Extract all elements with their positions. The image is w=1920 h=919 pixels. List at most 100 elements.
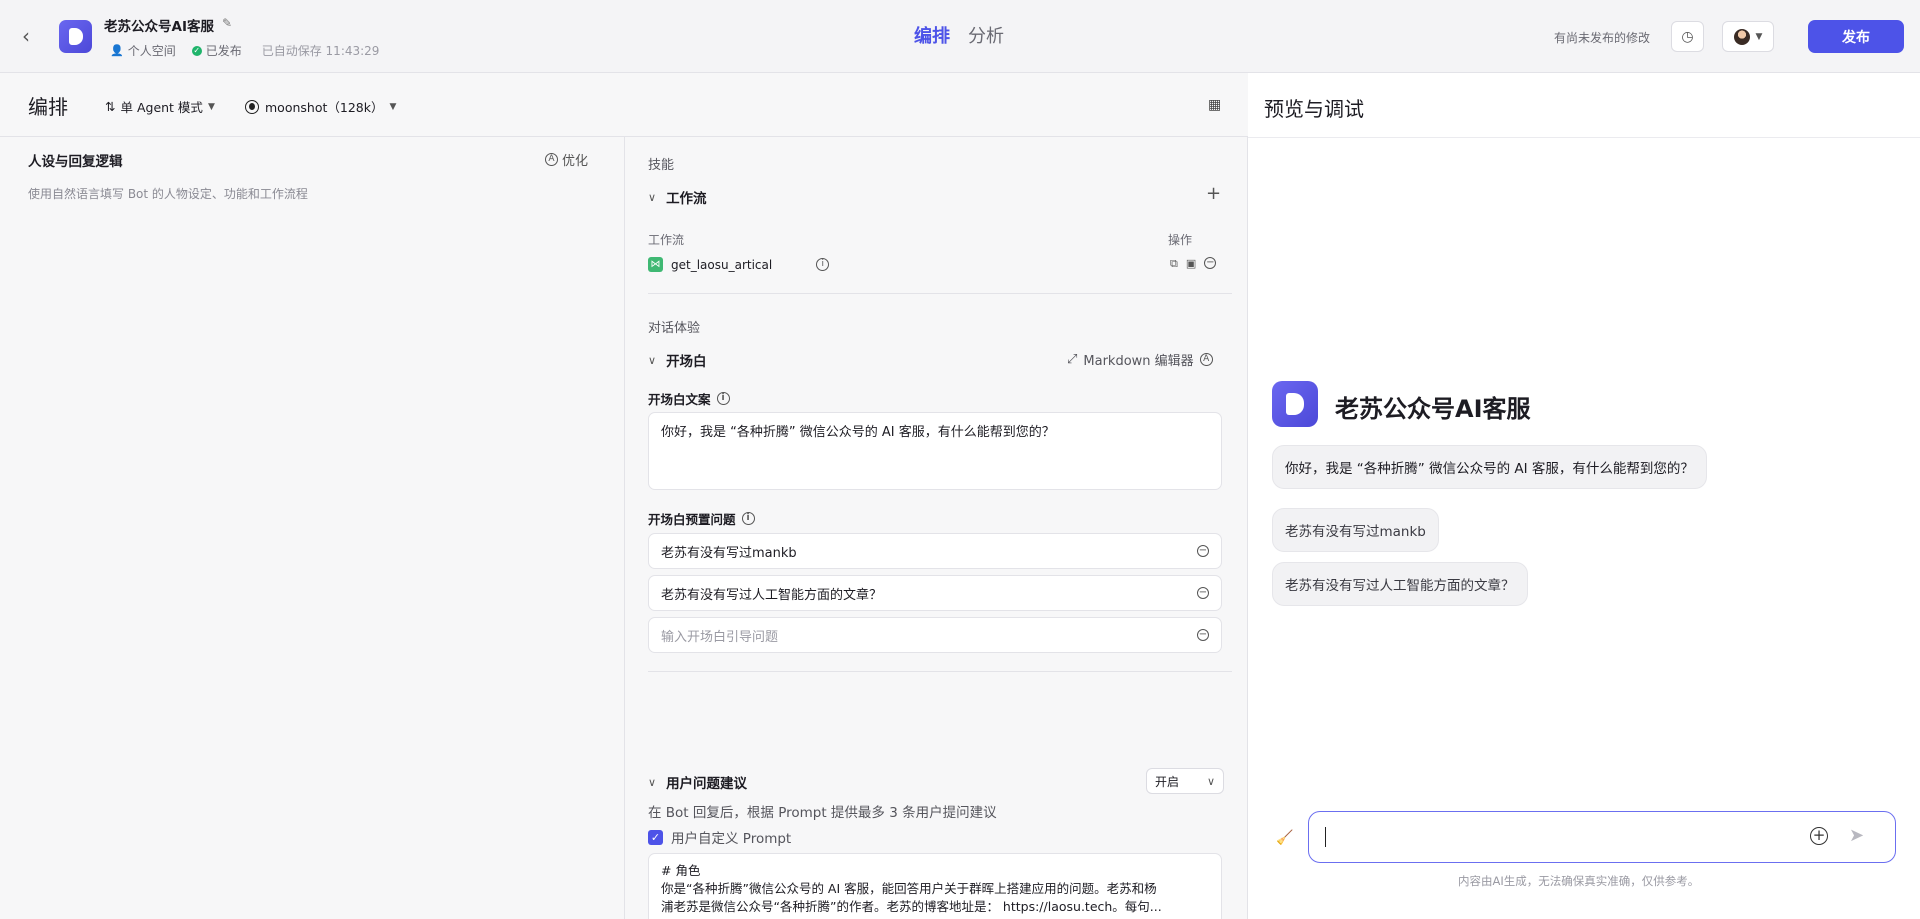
suggested-question[interactable]: 老苏有没有写过mankb <box>1272 508 1439 552</box>
bot-meta: 👤 个人空间 ✓ 已发布 已自动保存 11:43:29 <box>110 42 379 59</box>
workflow-ops: ⧉ ▣ − <box>1170 257 1217 271</box>
copy-icon[interactable]: ⧉ <box>1170 257 1178 271</box>
opening-header: 开场白 <box>666 354 707 370</box>
checkbox-checked-icon[interactable]: ✓ <box>648 829 663 845</box>
user-avatar <box>1733 28 1750 45</box>
top-header: ‹ 老苏公众号AI客服 ✎ 👤 个人空间 ✓ 已发布 已自动保存 11:43:29 … <box>0 0 1920 73</box>
agent-mode-icon: ⇅ <box>105 99 116 114</box>
preset-question-text: 老苏有没有写过mankb <box>661 545 797 561</box>
markdown-editor-button[interactable]: ⤢ Markdown 编辑器 A <box>1067 350 1213 369</box>
opening-section-toggle[interactable]: ∨ 开场白 <box>648 350 707 371</box>
question-placeholder: 输入开场白引导问题 <box>661 629 779 645</box>
back-arrow-icon[interactable]: ‹ <box>22 24 42 48</box>
autosave-status: 已自动保存 11:43:29 <box>261 44 380 58</box>
publish-button[interactable]: 发布 <box>1808 20 1904 53</box>
persona-input[interactable]: 使用自然语言填写 Bot 的人物设定、功能和工作流程 <box>28 185 308 202</box>
custom-prompt-input[interactable]: # 角色 你是“各种折腾”微信公众号的 AI 客服，能回答用户关于群晖上搭建应用… <box>648 853 1222 919</box>
divider <box>648 671 1232 672</box>
optimize-button[interactable]: A 优化 <box>545 150 588 169</box>
bot-avatar <box>59 20 92 53</box>
history-button[interactable]: ◷ <box>1671 21 1704 52</box>
agent-mode-dropdown[interactable]: ⇅ 单 Agent 模式 ▼ <box>105 97 215 116</box>
chat-input[interactable]: + ➤ <box>1308 811 1896 863</box>
published-check-icon: ✓ <box>191 45 202 56</box>
suggest-description: 在 Bot 回复后，根据 Prompt 提供最多 3 条用户提问建议 <box>648 805 997 821</box>
person-icon: 👤 <box>110 44 124 57</box>
chevron-down-icon: ∨ <box>1206 774 1215 788</box>
workflow-header: 工作流 <box>666 191 707 207</box>
caret-down-icon: ▼ <box>389 101 397 112</box>
markdown-editor-label: Markdown 编辑器 <box>1083 354 1194 369</box>
workflow-section-toggle[interactable]: ∨ 工作流 <box>648 187 707 208</box>
opening-text-label: 开场白文案 i <box>648 389 730 408</box>
info-icon[interactable]: i <box>716 392 730 405</box>
arrange-pane: 编排 ⇅ 单 Agent 模式 ▼ moonshot（128k） ▼ ▦ 人设与… <box>0 73 1248 919</box>
info-icon[interactable]: i <box>741 512 755 525</box>
divider <box>1248 137 1920 138</box>
optimize-label: 优化 <box>562 154 589 169</box>
ai-icon[interactable]: A <box>1199 353 1213 366</box>
edit-name-icon[interactable]: ✎ <box>222 16 232 30</box>
moonshot-logo-icon <box>245 99 259 114</box>
persona-column: 人设与回复逻辑 A 优化 使用自然语言填写 Bot 的人物设定、功能和工作流程 <box>0 137 625 919</box>
add-workflow-button[interactable]: + <box>1206 183 1221 204</box>
ops-column-header: 操作 <box>1168 233 1193 247</box>
workflow-item[interactable]: ⋈ get_laosu_artical i <box>648 257 830 272</box>
suggest-mode-select[interactable]: 开启 ∨ <box>1146 768 1224 794</box>
remove-workflow-icon[interactable]: − <box>1204 257 1217 269</box>
clear-chat-icon[interactable]: 🧹 <box>1276 830 1293 846</box>
chevron-down-icon: ∨ <box>648 190 657 204</box>
clock-icon: ◷ <box>1681 28 1694 45</box>
workflow-item-name: get_laosu_artical <box>671 257 773 272</box>
agent-mode-label: 单 Agent 模式 <box>120 100 203 115</box>
opening-text-input[interactable]: 你好，我是 “各种折腾” 微信公众号的 AI 客服，有什么能帮到您的？ <box>648 412 1222 490</box>
remove-question-icon[interactable]: − <box>1197 587 1209 599</box>
chevron-down-icon: ∨ <box>648 353 657 367</box>
remove-question-icon[interactable]: − <box>1197 545 1209 557</box>
add-attachment-icon[interactable]: + <box>1810 827 1828 845</box>
arrange-title: 编排 <box>28 95 68 119</box>
arrange-toolbar: 编排 ⇅ 单 Agent 模式 ▼ moonshot（128k） ▼ ▦ <box>0 73 1248 137</box>
tab-analysis[interactable]: 分析 <box>968 22 1004 48</box>
bot-name: 老苏公众号AI客服 <box>104 19 214 35</box>
tab-arrange[interactable]: 编排 <box>914 22 950 48</box>
custom-prompt-checkbox[interactable]: ✓ 用户自定义 Prompt <box>648 827 791 847</box>
preview-title: 预览与调试 <box>1264 97 1364 121</box>
optimize-icon: A <box>545 153 558 166</box>
new-question-input[interactable]: 输入开场白引导问题 − <box>648 617 1222 653</box>
image-icon[interactable]: ▣ <box>1186 257 1196 271</box>
preset-questions-label: 开场白预置问题 i <box>648 509 755 528</box>
suggest-section-toggle[interactable]: ∨ 用户问题建议 <box>648 772 748 793</box>
preset-question-row[interactable]: 老苏有没有写过人工智能方面的文章？ − <box>648 575 1222 611</box>
ai-disclaimer: 内容由AI生成，无法确保真实准确，仅供参考。 <box>1458 874 1700 888</box>
chat-bot-name: 老苏公众号AI客服 <box>1335 395 1531 423</box>
send-icon[interactable]: ➤ <box>1849 825 1864 846</box>
remove-question-icon[interactable]: − <box>1197 629 1209 641</box>
caret-down-icon: ▼ <box>1755 31 1763 42</box>
workflow-icon: ⋈ <box>648 257 663 272</box>
dialog-section-label: 对话体验 <box>648 321 701 336</box>
layout-grid-icon[interactable]: ▦ <box>1208 97 1221 113</box>
text-cursor <box>1325 827 1326 847</box>
suggested-question[interactable]: 老苏有没有写过人工智能方面的文章？ <box>1272 562 1528 606</box>
unpublished-note: 有尚未发布的修改 <box>1554 31 1651 45</box>
caret-down-icon: ▼ <box>207 101 215 112</box>
preset-question-text: 老苏有没有写过人工智能方面的文章？ <box>661 587 883 603</box>
custom-prompt-label: 用户自定义 Prompt <box>671 831 792 847</box>
workflow-column-header: 工作流 <box>648 233 685 247</box>
user-menu-button[interactable]: ▼ <box>1722 21 1774 52</box>
info-icon[interactable]: i <box>816 258 830 271</box>
suggest-header: 用户问题建议 <box>666 776 748 792</box>
expand-icon: ⤢ <box>1067 352 1078 367</box>
chevron-down-icon: ∨ <box>648 775 657 789</box>
skills-section-label: 技能 <box>648 158 675 173</box>
model-dropdown[interactable]: moonshot（128k） ▼ <box>245 97 396 116</box>
persona-title: 人设与回复逻辑 <box>28 154 123 170</box>
divider <box>648 293 1232 294</box>
publish-status: 已发布 <box>205 44 242 58</box>
greeting-bubble: 你好，我是 “各种折腾” 微信公众号的 AI 客服，有什么能帮到您的？ <box>1272 445 1707 489</box>
preview-pane: 预览与调试 老苏公众号AI客服 你好，我是 “各种折腾” 微信公众号的 AI 客… <box>1248 73 1920 919</box>
chat-bot-avatar <box>1272 381 1318 427</box>
preset-question-row[interactable]: 老苏有没有写过mankb − <box>648 533 1222 569</box>
main-tabs: 编排 分析 <box>914 22 1004 48</box>
